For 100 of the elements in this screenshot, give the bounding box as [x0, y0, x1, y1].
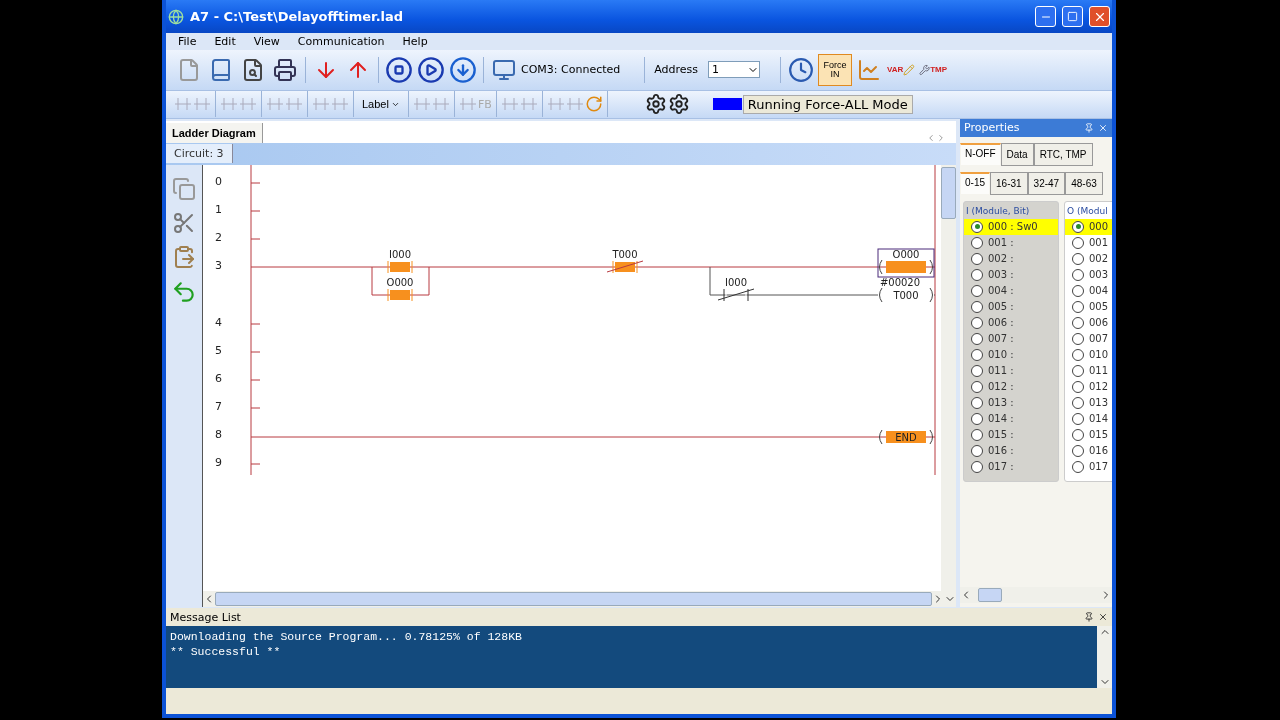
bit-option[interactable]: 006 — [1065, 314, 1112, 331]
radio-button[interactable] — [971, 396, 983, 409]
document-search-icon — [241, 57, 265, 82]
stop-icon — [385, 55, 413, 84]
horizontal-scrollbar[interactable] — [960, 587, 1112, 604]
var-button[interactable]: VAR — [886, 53, 917, 86]
range-tab[interactable]: 16-31 — [990, 171, 1028, 195]
radio-button[interactable] — [1072, 412, 1084, 425]
bit-option[interactable]: 005 — [1065, 298, 1112, 315]
radio-button[interactable] — [1072, 284, 1084, 297]
element-label: I000 — [725, 276, 747, 288]
radio-button[interactable] — [971, 300, 983, 313]
play-icon — [417, 55, 445, 84]
bit-option[interactable]: 001 : — [964, 234, 1058, 251]
bit-option[interactable]: 013 : — [964, 394, 1058, 411]
label-menu[interactable]: Label — [358, 98, 404, 111]
radio-button[interactable] — [971, 348, 983, 361]
property-tab[interactable]: Data — [1000, 142, 1034, 166]
radio-button[interactable] — [1072, 252, 1084, 265]
bit-option[interactable]: 000 : Sw0 — [964, 218, 1058, 235]
property-tab[interactable]: RTC, TMP — [1033, 142, 1093, 166]
radio-button[interactable] — [1072, 268, 1084, 281]
menu-item[interactable]: File — [178, 35, 197, 48]
force-in-button[interactable]: Force IN — [818, 53, 853, 86]
bit-option[interactable]: 015 — [1065, 426, 1112, 443]
radio-button[interactable] — [1072, 460, 1084, 473]
range-tab[interactable]: 48-63 — [1065, 171, 1103, 195]
horizontal-scrollbar[interactable] — [203, 591, 956, 608]
bit-option[interactable]: 017 — [1065, 458, 1112, 475]
maximize-button[interactable] — [1062, 6, 1083, 27]
radio-button[interactable] — [971, 316, 983, 329]
bit-option[interactable]: 012 : — [964, 378, 1058, 395]
bit-option[interactable]: 002 : — [964, 250, 1058, 267]
menu-item[interactable]: View — [253, 35, 280, 48]
radio-button[interactable] — [1072, 332, 1084, 345]
bit-option[interactable]: 001 — [1065, 234, 1112, 251]
bit-option[interactable]: 016 : — [964, 442, 1058, 459]
bit-option[interactable]: 004 — [1065, 282, 1112, 299]
bit-option[interactable]: 010 : — [964, 346, 1058, 363]
menu-item[interactable]: Help — [402, 35, 428, 48]
radio-button[interactable] — [971, 284, 983, 297]
radio-button[interactable] — [971, 252, 983, 265]
tmp-button[interactable]: TMP — [918, 53, 949, 86]
menu-item[interactable]: Communication — [297, 35, 385, 48]
range-tab[interactable]: 0-15 — [960, 171, 990, 195]
radio-button[interactable] — [1072, 364, 1084, 377]
rung-number: 4 — [215, 315, 222, 329]
bit-option[interactable]: 002 — [1065, 250, 1112, 267]
bit-option[interactable]: 010 — [1065, 346, 1112, 363]
radio-button[interactable] — [971, 268, 983, 281]
chart-icon — [857, 57, 882, 82]
bit-option[interactable]: 014 — [1065, 410, 1112, 427]
radio-button[interactable] — [1072, 428, 1084, 441]
rung-number: 5 — [215, 343, 222, 357]
radio-button[interactable] — [971, 444, 983, 457]
bit-option[interactable]: 017 : — [964, 458, 1058, 475]
bit-option[interactable]: 004 : — [964, 282, 1058, 299]
minimize-button[interactable] — [1035, 6, 1056, 27]
gear-icon — [667, 93, 690, 116]
bit-option[interactable]: 016 — [1065, 442, 1112, 459]
radio-button[interactable] — [1072, 444, 1084, 457]
bit-option[interactable]: 011 : — [964, 362, 1058, 379]
radio-button[interactable] — [971, 364, 983, 377]
bit-option[interactable]: 011 — [1065, 362, 1112, 379]
radio-button[interactable] — [1072, 396, 1084, 409]
bit-option[interactable]: 013 — [1065, 394, 1112, 411]
menu-item[interactable]: Edit — [214, 35, 236, 48]
radio-button[interactable] — [1072, 300, 1084, 313]
range-tab[interactable]: 32-47 — [1027, 171, 1066, 195]
close-button[interactable] — [1089, 6, 1110, 27]
bit-option[interactable]: 007 : — [964, 330, 1058, 347]
vertical-scrollbar[interactable] — [1097, 626, 1112, 688]
radio-button[interactable] — [971, 380, 983, 393]
bit-option[interactable]: 014 : — [964, 410, 1058, 427]
document-tab[interactable]: Ladder Diagram — [166, 122, 263, 143]
radio-button[interactable] — [971, 236, 983, 249]
bit-option[interactable]: 005 : — [964, 298, 1058, 315]
property-tab[interactable]: N-OFF — [960, 142, 1001, 166]
scroll-thumb[interactable] — [978, 588, 1002, 603]
bit-option[interactable]: 003 : — [964, 266, 1058, 283]
radio-button[interactable] — [1072, 348, 1084, 361]
radio-button[interactable] — [1072, 316, 1084, 329]
bit-option[interactable]: 000 — [1065, 218, 1112, 235]
radio-button[interactable] — [1072, 380, 1084, 393]
panel-title: Properties — [964, 121, 1020, 135]
bit-option[interactable]: 007 — [1065, 330, 1112, 347]
radio-button[interactable] — [971, 460, 983, 473]
radio-button[interactable] — [971, 428, 983, 441]
bit-option[interactable]: 012 — [1065, 378, 1112, 395]
bit-option[interactable]: 003 — [1065, 266, 1112, 283]
radio-button[interactable] — [971, 412, 983, 425]
bit-option[interactable]: 006 : — [964, 314, 1058, 331]
bit-option[interactable]: 015 : — [964, 426, 1058, 443]
address-select[interactable]: 1 — [708, 61, 761, 79]
radio-button[interactable] — [1072, 236, 1084, 249]
message-line: Downloading the Source Program... 0.78125% of 128KB — [170, 629, 523, 645]
vertical-scrollbar[interactable] — [941, 164, 956, 592]
radio-button[interactable] — [971, 332, 983, 345]
radio-button[interactable] — [971, 220, 983, 233]
radio-button[interactable] — [1072, 220, 1084, 233]
